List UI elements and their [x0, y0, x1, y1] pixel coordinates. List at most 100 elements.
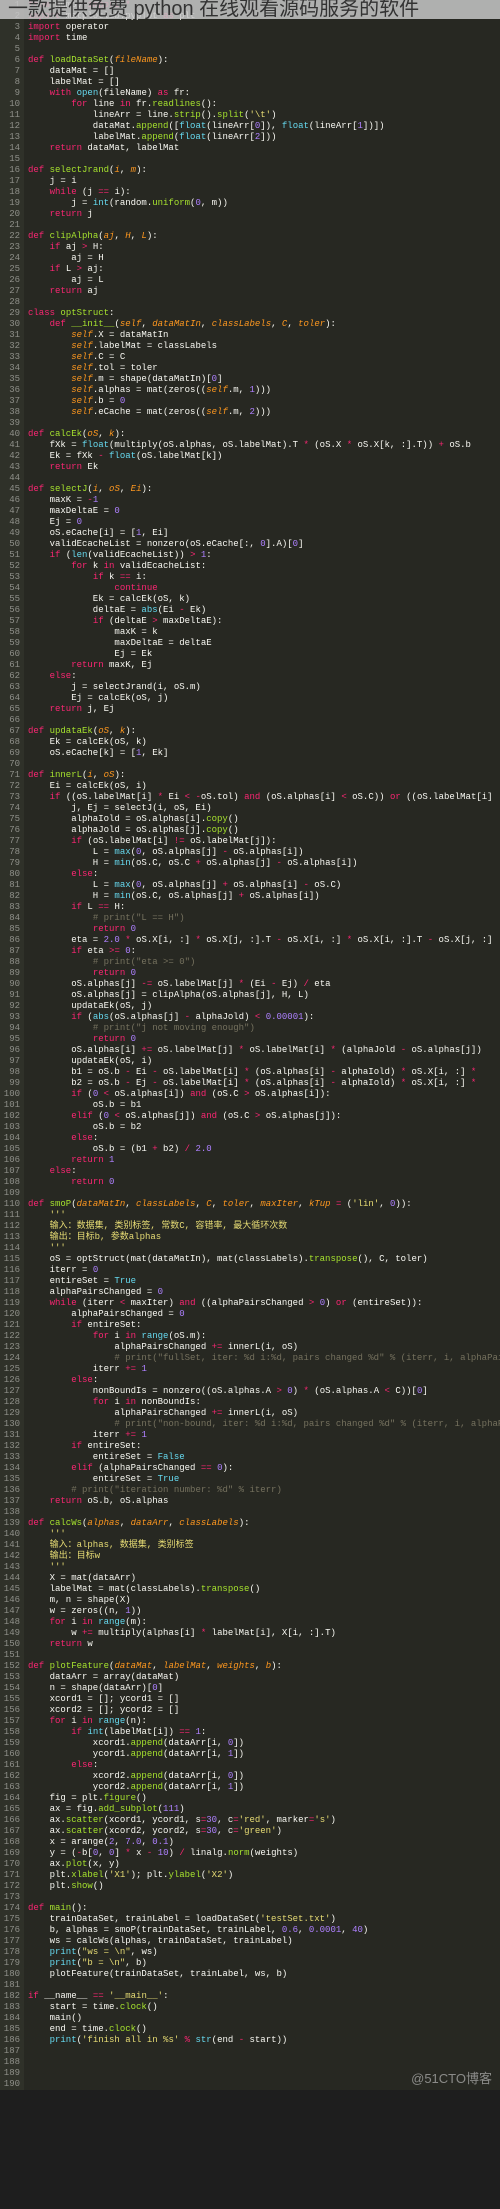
code-line[interactable]: elif (alphaPairsChanged == 0): [28, 1463, 500, 1474]
code-line[interactable]: eta = 2.0 * oS.X[i, :] * oS.X[j, :].T - … [28, 935, 500, 946]
code-line[interactable]: def main(): [28, 1903, 500, 1914]
code-line[interactable]: if eta >= 0: [28, 946, 500, 957]
code-line[interactable]: ''' [28, 1210, 500, 1221]
code-line[interactable]: Ek = calcEk(oS, k) [28, 737, 500, 748]
code-line[interactable]: entireSet = True [28, 1474, 500, 1485]
code-line[interactable]: alphaJold = oS.alphas[j].copy() [28, 825, 500, 836]
code-line[interactable]: b1 = oS.b - Ei - oS.labelMat[i] * (oS.al… [28, 1067, 500, 1078]
code-line[interactable]: for k in validEcacheList: [28, 561, 500, 572]
code-line[interactable]: self.b = 0 [28, 396, 500, 407]
code-line[interactable]: plt.xlabel('X1'); plt.ylabel('X2') [28, 1870, 500, 1881]
code-line[interactable]: xcord2.append(dataArr[i, 0]) [28, 1771, 500, 1782]
code-line[interactable]: b2 = oS.b - Ej - oS.labelMat[i] * (oS.al… [28, 1078, 500, 1089]
code-line[interactable]: import operator [28, 22, 500, 33]
code-line[interactable] [28, 418, 500, 429]
code-line[interactable]: while (iterr < maxIter) and ((alphaPairs… [28, 1298, 500, 1309]
code-line[interactable]: Ek = fXk - float(oS.labelMat[k]) [28, 451, 500, 462]
code-line[interactable]: dataArr = array(dataMat) [28, 1672, 500, 1683]
code-line[interactable]: 输入：alphas, 数据集, 类别标签 [28, 1540, 500, 1551]
code-line[interactable]: return w [28, 1639, 500, 1650]
code-line[interactable]: alphaIold = oS.alphas[i].copy() [28, 814, 500, 825]
code-line[interactable]: oS.b = b2 [28, 1122, 500, 1133]
code-line[interactable]: ax.scatter(xcord2, ycord2, s=30, c='gree… [28, 1826, 500, 1837]
code-line[interactable]: aj = L [28, 275, 500, 286]
code-line[interactable]: iterr += 1 [28, 1430, 500, 1441]
code-line[interactable]: trainDataSet, trainLabel = loadDataSet('… [28, 1914, 500, 1925]
code-line[interactable]: def selectJrand(i, m): [28, 165, 500, 176]
code-line[interactable]: def loadDataSet(fileName): [28, 55, 500, 66]
code-line[interactable] [28, 1650, 500, 1661]
code-line[interactable]: def plotFeature(dataMat, labelMat, weigh… [28, 1661, 500, 1672]
code-line[interactable]: return Ek [28, 462, 500, 473]
code-line[interactable]: self.labelMat = classLabels [28, 341, 500, 352]
code-line[interactable]: else: [28, 1166, 500, 1177]
code-line[interactable]: alphaPairsChanged += innerL(i, oS) [28, 1408, 500, 1419]
code-line[interactable]: print("b = \n", b) [28, 1958, 500, 1969]
code-line[interactable]: 输入：数据集, 类别标签, 常数C, 容错率, 最大循环次数 [28, 1221, 500, 1232]
code-line[interactable]: def calcEk(oS, k): [28, 429, 500, 440]
code-line[interactable]: for i in range(m): [28, 1617, 500, 1628]
code-line[interactable]: if (abs(oS.alphas[j] - alphaJold) < 0.00… [28, 1012, 500, 1023]
code-line[interactable] [28, 44, 500, 55]
code-line[interactable]: if (deltaE > maxDeltaE): [28, 616, 500, 627]
code-line[interactable] [28, 759, 500, 770]
code-line[interactable] [28, 1892, 500, 1903]
code-line[interactable]: while (j == i): [28, 187, 500, 198]
code-line[interactable]: continue [28, 583, 500, 594]
code-line[interactable]: if int(labelMat[i]) == 1: [28, 1727, 500, 1738]
code-line[interactable]: w += multiply(alphas[i] * labelMat[i], X… [28, 1628, 500, 1639]
code-line[interactable]: self.tol = toler [28, 363, 500, 374]
code-line[interactable]: labelMat.append(float(lineArr[2])) [28, 132, 500, 143]
code-line[interactable]: if __name__ == '__main__': [28, 1991, 500, 2002]
code-line[interactable]: # print("j not moving enough") [28, 1023, 500, 1034]
code-line[interactable]: alphaPairsChanged = 0 [28, 1309, 500, 1320]
code-line[interactable]: return 0 [28, 1177, 500, 1188]
code-line[interactable]: ''' [28, 1529, 500, 1540]
code-line[interactable]: start = time.clock() [28, 2002, 500, 2013]
code-line[interactable] [28, 1507, 500, 1518]
code-line[interactable] [28, 473, 500, 484]
code-line[interactable]: y = (-b[0, 0] * x - 10) / linalg.norm(we… [28, 1848, 500, 1859]
code-line[interactable]: # print("iteration number: %d" % iterr) [28, 1485, 500, 1496]
code-line[interactable]: # print("fullSet, iter: %d i:%d, pairs c… [28, 1353, 500, 1364]
code-line[interactable]: w = zeros((n, 1)) [28, 1606, 500, 1617]
code-line[interactable]: print("ws = \n", ws) [28, 1947, 500, 1958]
code-line[interactable]: self.X = dataMatIn [28, 330, 500, 341]
code-line[interactable] [28, 1188, 500, 1199]
code-editor[interactable]: 1234567891011121314151617181920212223242… [0, 0, 500, 2090]
code-content[interactable]: from numpy import *import matplotlib.pyp… [24, 0, 500, 2090]
code-line[interactable]: self.C = C [28, 352, 500, 363]
code-line[interactable]: print('finish all in %s' % str(end - sta… [28, 2035, 500, 2046]
code-line[interactable]: aj = H [28, 253, 500, 264]
code-line[interactable]: xcord1 = []; ycord1 = [] [28, 1694, 500, 1705]
code-line[interactable]: updataEk(oS, j) [28, 1001, 500, 1012]
code-line[interactable]: maxK = -1 [28, 495, 500, 506]
code-line[interactable]: def updataEk(oS, k): [28, 726, 500, 737]
code-line[interactable]: return 1 [28, 1155, 500, 1166]
code-line[interactable]: updataEk(oS, i) [28, 1056, 500, 1067]
code-line[interactable]: else: [28, 1760, 500, 1771]
code-line[interactable]: # print("eta >= 0") [28, 957, 500, 968]
code-line[interactable]: b, alphas = smoP(trainDataSet, trainLabe… [28, 1925, 500, 1936]
code-line[interactable]: ycord1.append(dataArr[i, 1]) [28, 1749, 500, 1760]
code-line[interactable]: plt.show() [28, 1881, 500, 1892]
code-line[interactable]: if (0 < oS.alphas[i]) and (oS.C > oS.alp… [28, 1089, 500, 1100]
code-line[interactable]: m, n = shape(X) [28, 1595, 500, 1606]
code-line[interactable]: else: [28, 1133, 500, 1144]
code-line[interactable]: Ej = 0 [28, 517, 500, 528]
code-line[interactable]: if entireSet: [28, 1320, 500, 1331]
code-line[interactable]: H = min(oS.C, oS.alphas[j] + oS.alphas[i… [28, 891, 500, 902]
code-line[interactable]: nonBoundIs = nonzero((oS.alphas.A > 0) *… [28, 1386, 500, 1397]
code-line[interactable]: else: [28, 671, 500, 682]
code-line[interactable]: for i in nonBoundIs: [28, 1397, 500, 1408]
code-line[interactable]: fig = plt.figure() [28, 1793, 500, 1804]
code-line[interactable]: # print("L == H") [28, 913, 500, 924]
code-line[interactable] [28, 2057, 500, 2068]
code-line[interactable]: iterr += 1 [28, 1364, 500, 1375]
code-line[interactable]: plotFeature(trainDataSet, trainLabel, ws… [28, 1969, 500, 1980]
code-line[interactable]: xcord2 = []; ycord2 = [] [28, 1705, 500, 1716]
code-line[interactable]: oS.eCache[k] = [1, Ek] [28, 748, 500, 759]
code-line[interactable]: 输出：目标w [28, 1551, 500, 1562]
code-line[interactable]: def innerL(i, oS): [28, 770, 500, 781]
code-line[interactable]: return maxK, Ej [28, 660, 500, 671]
